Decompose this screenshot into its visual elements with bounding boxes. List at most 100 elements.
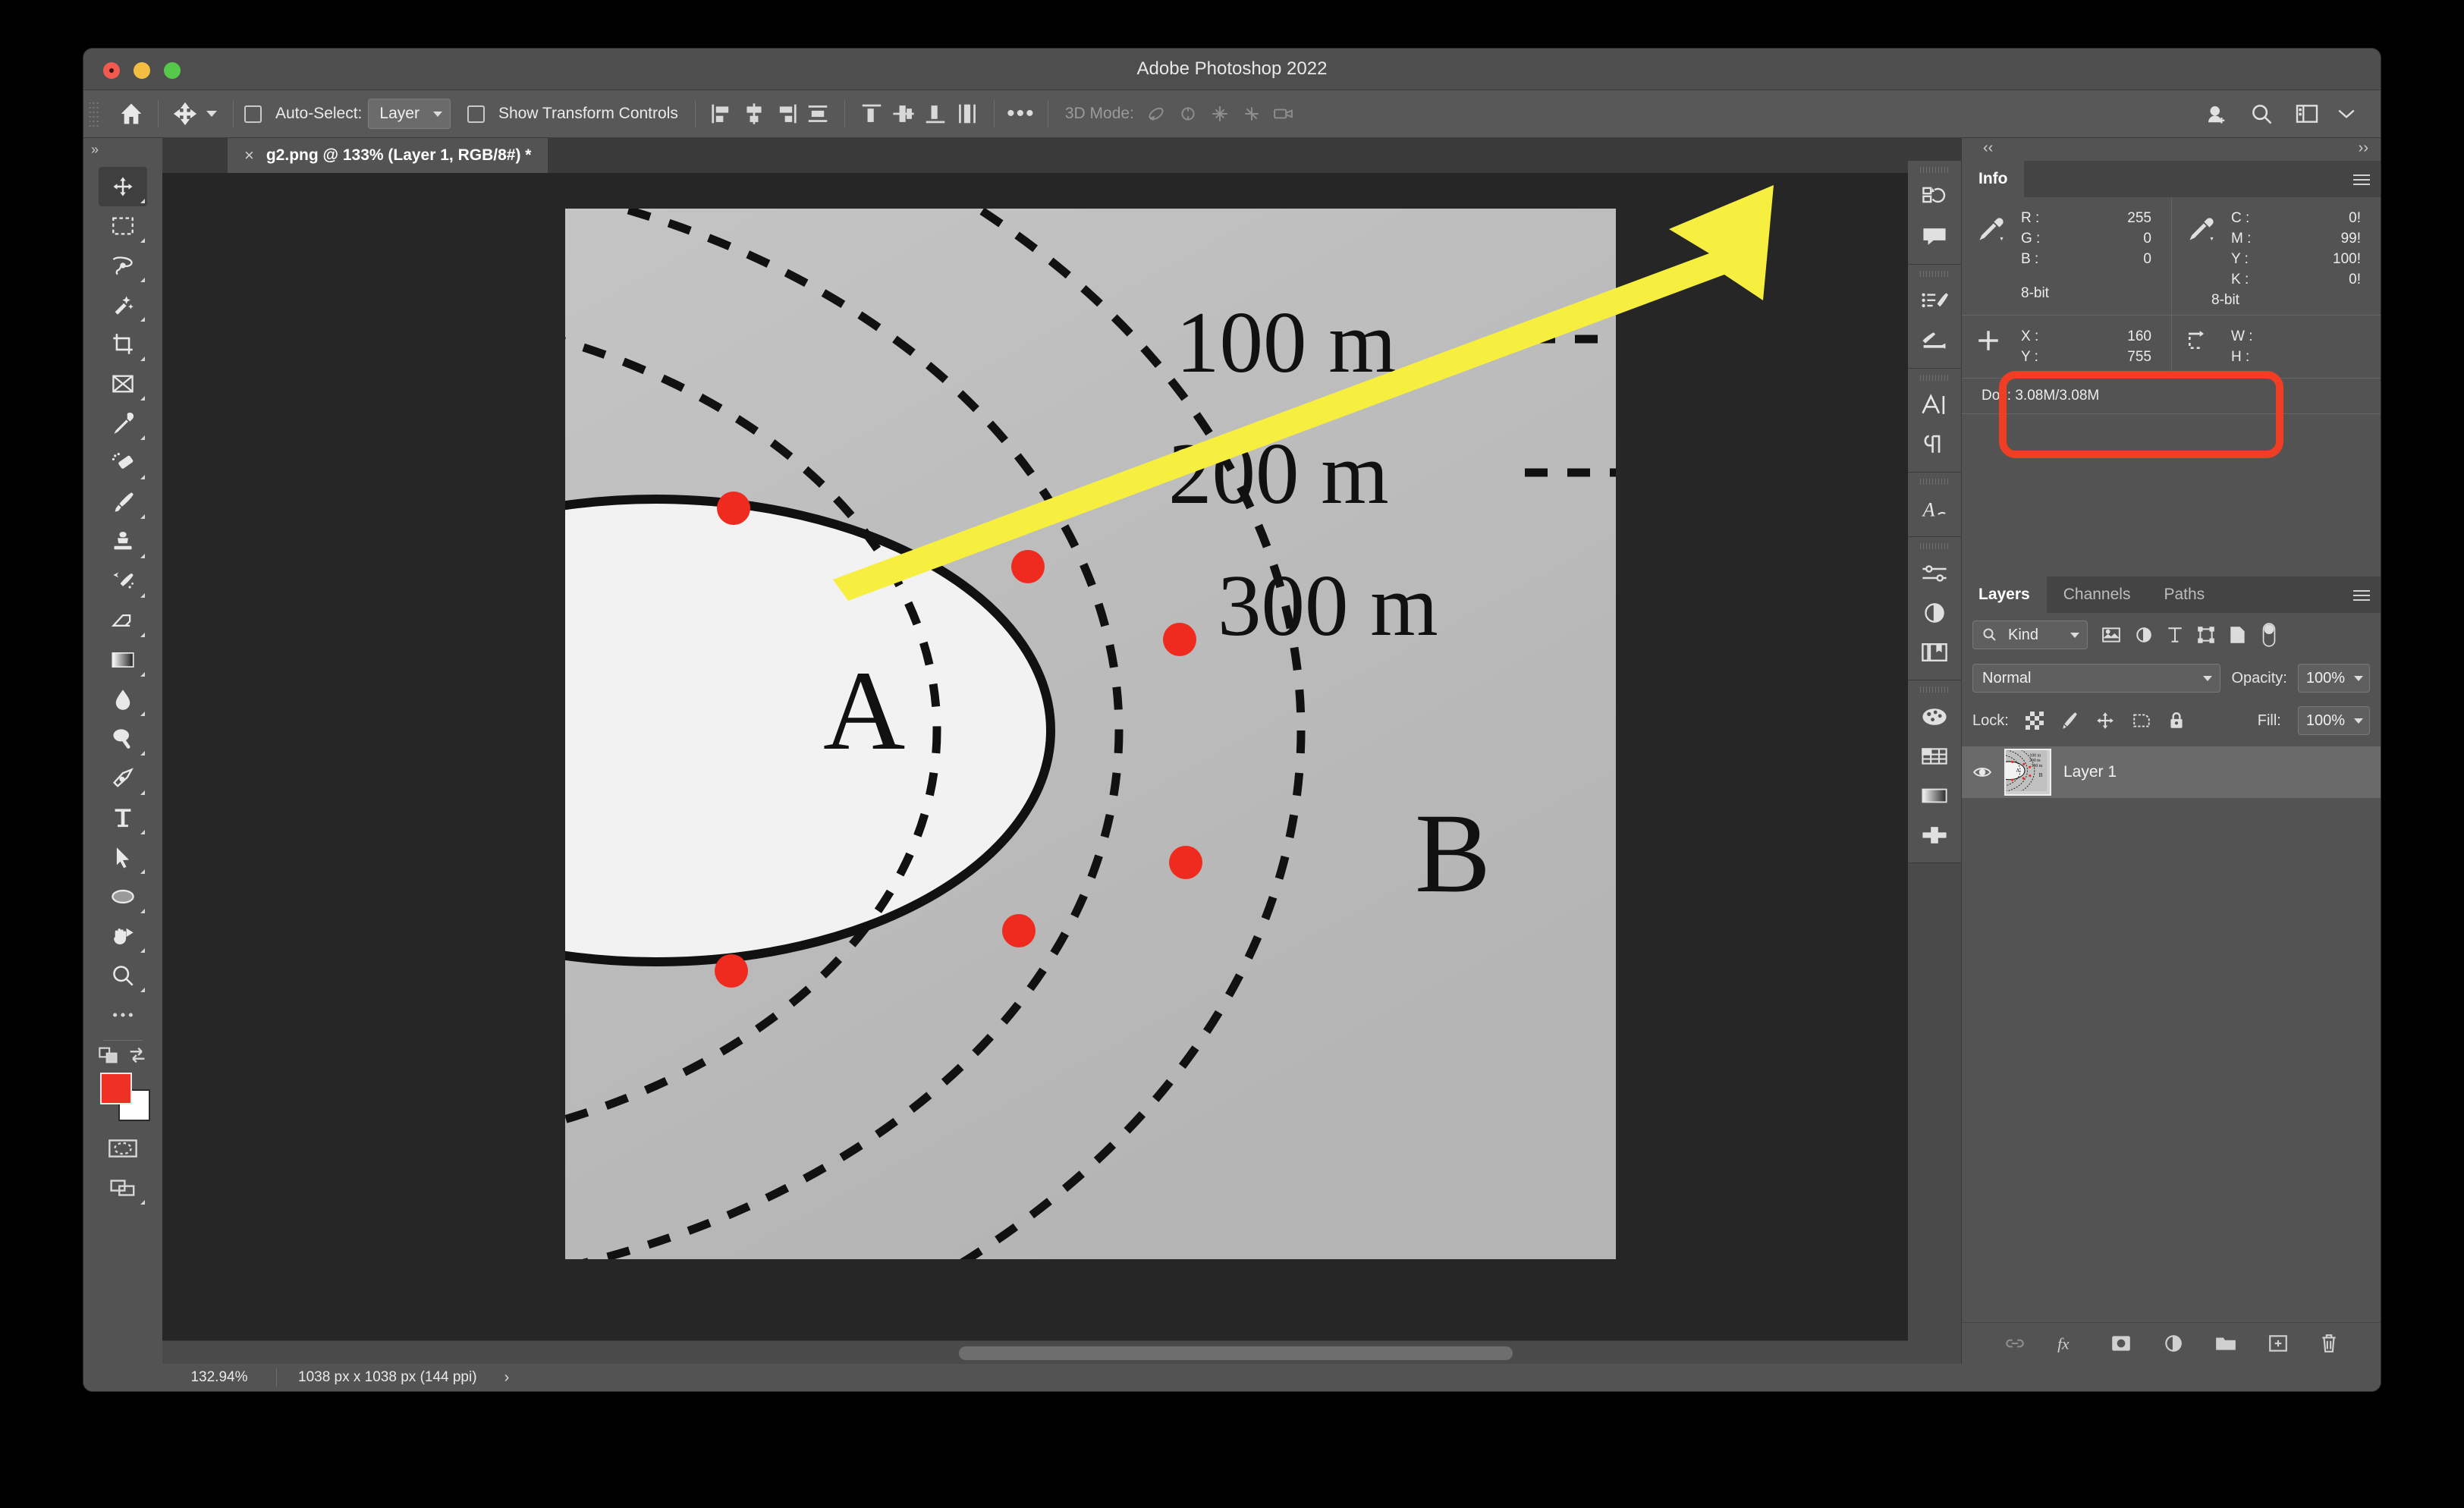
ellipse-tool[interactable] bbox=[99, 877, 147, 916]
edit-toolbar-icon[interactable] bbox=[99, 995, 147, 1035]
gradient-tool[interactable] bbox=[99, 640, 147, 680]
tool-preset-chevron-icon[interactable] bbox=[201, 97, 222, 130]
zoom-tool[interactable] bbox=[99, 956, 147, 995]
dock-collapse-left-icon[interactable]: ‹‹ bbox=[1983, 140, 1993, 157]
tools-collapse-toggle[interactable]: » bbox=[83, 138, 162, 161]
actions-icon[interactable] bbox=[1911, 281, 1958, 321]
status-expand-icon[interactable]: › bbox=[498, 1369, 510, 1387]
align-bottom-edges-icon[interactable] bbox=[919, 97, 951, 130]
layer-style-fx-icon[interactable]: fx bbox=[2057, 1334, 2079, 1353]
type-tool[interactable] bbox=[99, 798, 147, 837]
opacity-input[interactable]: 100% bbox=[2298, 664, 2370, 693]
comments-icon[interactable] bbox=[1911, 217, 1958, 256]
canvas-horizontal-scroll-thumb[interactable] bbox=[959, 1346, 1513, 1360]
smart-object-filter-icon[interactable] bbox=[2229, 626, 2247, 644]
swatches-icon[interactable] bbox=[1911, 697, 1958, 737]
tab-layers[interactable]: Layers bbox=[1962, 576, 2047, 613]
group-grip[interactable] bbox=[1920, 375, 1949, 381]
blend-mode-dropdown[interactable]: Normal bbox=[1972, 664, 2220, 693]
adjustment-filter-icon[interactable] bbox=[2135, 626, 2153, 644]
lock-artboard-icon[interactable] bbox=[2132, 712, 2151, 730]
group-grip[interactable] bbox=[1920, 271, 1949, 277]
auto-select-dropdown[interactable]: Layer bbox=[368, 99, 451, 129]
workspace-chevron-down-icon[interactable] bbox=[2330, 97, 2362, 130]
pixel-filter-icon[interactable] bbox=[2101, 627, 2121, 643]
workspace-icon[interactable] bbox=[2291, 97, 2323, 130]
distribute-horizontal-icon[interactable] bbox=[802, 97, 834, 130]
path-selection-tool[interactable] bbox=[99, 837, 147, 877]
layer-name[interactable]: Layer 1 bbox=[2063, 763, 2117, 781]
blur-tool[interactable] bbox=[99, 680, 147, 719]
close-icon[interactable]: × bbox=[244, 146, 254, 165]
more-options-icon[interactable]: ••• bbox=[1005, 97, 1037, 130]
layer-row[interactable]: 100 m200 m300 m AB Layer 1 bbox=[1962, 746, 2381, 798]
layers-panel-menu-icon[interactable] bbox=[2353, 587, 2370, 604]
brush-tool[interactable] bbox=[99, 482, 147, 522]
spot-healing-brush-tool[interactable] bbox=[99, 443, 147, 482]
patterns-icon[interactable] bbox=[1911, 737, 1958, 776]
type-filter-icon[interactable] bbox=[2167, 626, 2183, 644]
search-icon[interactable] bbox=[2246, 97, 2277, 130]
new-layer-icon[interactable] bbox=[2268, 1334, 2289, 1353]
layer-filter-kind-dropdown[interactable]: Kind bbox=[1972, 620, 2088, 649]
paragraph-icon[interactable] bbox=[1911, 425, 1958, 464]
shape-filter-icon[interactable] bbox=[2197, 626, 2215, 644]
move-tool-icon[interactable] bbox=[169, 97, 201, 130]
align-left-edges-icon[interactable] bbox=[706, 97, 738, 130]
swap-colors-icon[interactable] bbox=[127, 1046, 148, 1068]
align-vertical-centers-icon[interactable] bbox=[888, 97, 919, 130]
adjustments-icon[interactable] bbox=[1911, 554, 1958, 593]
default-colors-icon[interactable] bbox=[98, 1046, 119, 1068]
rectangular-marquee-tool[interactable] bbox=[99, 206, 147, 246]
adjustment-layer-icon[interactable] bbox=[2163, 1334, 2184, 1353]
screen-mode-icon[interactable] bbox=[99, 1168, 147, 1208]
group-grip[interactable] bbox=[1920, 543, 1949, 549]
history-icon[interactable] bbox=[1911, 178, 1958, 217]
options-bar-grip[interactable] bbox=[88, 101, 99, 127]
frame-tool[interactable] bbox=[99, 364, 147, 404]
distribute-vertical-icon[interactable] bbox=[951, 97, 983, 130]
eraser-tool[interactable] bbox=[99, 601, 147, 640]
new-group-icon[interactable] bbox=[2214, 1334, 2237, 1352]
share-user-icon[interactable] bbox=[2200, 97, 2232, 130]
dodge-tool[interactable] bbox=[99, 719, 147, 759]
info-panel-menu-icon[interactable] bbox=[2353, 171, 2370, 188]
zoom-level[interactable]: 132.94% bbox=[162, 1369, 276, 1386]
color-swatches[interactable] bbox=[99, 1071, 147, 1121]
character-icon[interactable] bbox=[1911, 385, 1958, 425]
quick-mask-icon[interactable] bbox=[99, 1129, 147, 1168]
crop-tool[interactable] bbox=[99, 325, 147, 364]
libraries-icon[interactable] bbox=[1911, 633, 1958, 672]
delete-layer-icon[interactable] bbox=[2319, 1333, 2339, 1354]
move-tool[interactable] bbox=[99, 167, 147, 206]
align-right-edges-icon[interactable] bbox=[770, 97, 802, 130]
foreground-color-swatch[interactable] bbox=[100, 1073, 132, 1104]
link-layers-icon[interactable] bbox=[2004, 1335, 2026, 1352]
layer-mask-icon[interactable] bbox=[2110, 1334, 2132, 1352]
align-top-edges-icon[interactable] bbox=[856, 97, 888, 130]
pen-tool[interactable] bbox=[99, 759, 147, 798]
brush-settings-icon[interactable] bbox=[1911, 321, 1958, 360]
tab-paths[interactable]: Paths bbox=[2147, 576, 2221, 613]
show-transform-checkbox[interactable] bbox=[467, 105, 485, 123]
object-selection-tool[interactable] bbox=[99, 285, 147, 325]
fill-input[interactable]: 100% bbox=[2298, 706, 2370, 735]
auto-select-checkbox[interactable] bbox=[244, 105, 262, 123]
eye-icon[interactable] bbox=[1972, 765, 1992, 780]
group-grip[interactable] bbox=[1920, 167, 1949, 173]
home-icon[interactable] bbox=[115, 97, 147, 130]
lock-all-icon[interactable] bbox=[2168, 711, 2185, 730]
character-styles-icon[interactable]: A bbox=[1911, 489, 1958, 529]
lock-transparent-icon[interactable] bbox=[2026, 712, 2044, 730]
hand-tool[interactable] bbox=[99, 916, 147, 956]
group-grip[interactable] bbox=[1920, 479, 1949, 485]
dock-collapse-right-icon[interactable]: ›› bbox=[2359, 140, 2368, 157]
gradients-icon[interactable] bbox=[1911, 776, 1958, 815]
eyedropper-tool[interactable] bbox=[99, 404, 147, 443]
lock-image-icon[interactable] bbox=[2060, 711, 2079, 730]
lock-position-icon[interactable] bbox=[2095, 711, 2115, 730]
group-grip[interactable] bbox=[1920, 686, 1949, 693]
filter-toggle-icon[interactable] bbox=[2261, 622, 2277, 648]
tab-channels[interactable]: Channels bbox=[2047, 576, 2148, 613]
clone-stamp-tool[interactable] bbox=[99, 522, 147, 561]
